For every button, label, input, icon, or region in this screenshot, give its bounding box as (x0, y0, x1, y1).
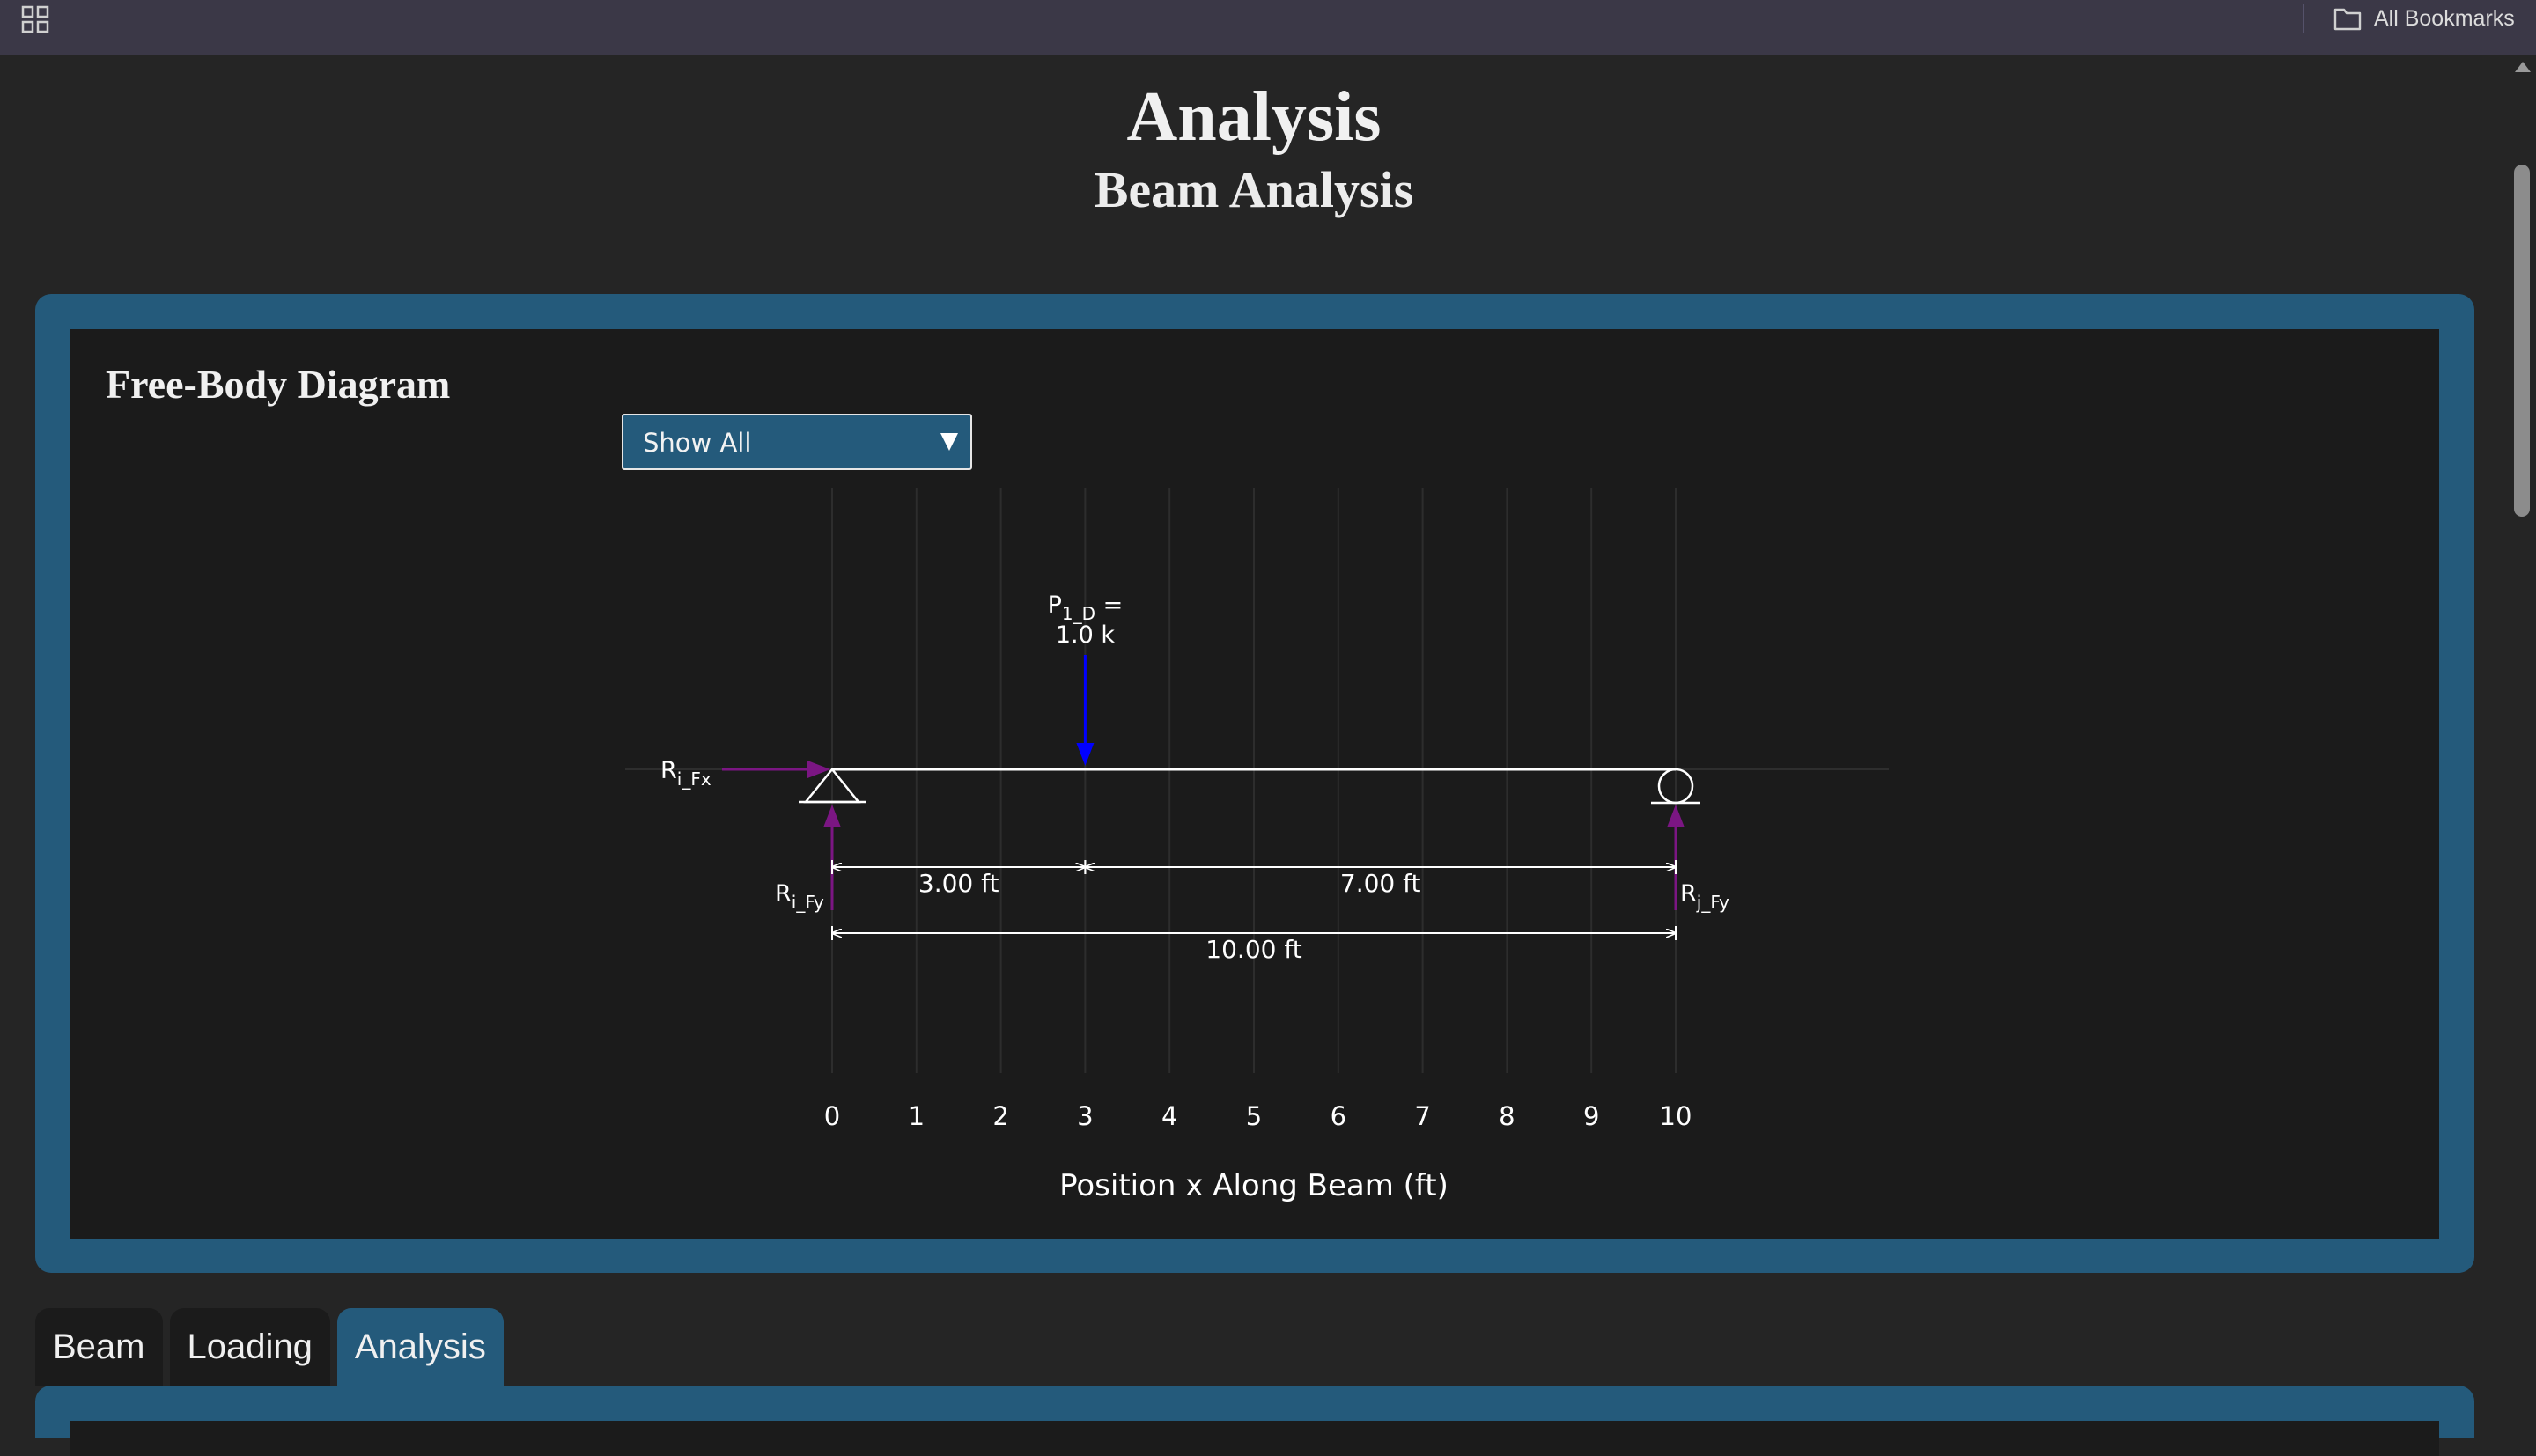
tab-beam[interactable]: Beam (35, 1308, 163, 1386)
x-axis-tick-labels: 0 1 2 3 4 5 6 7 8 9 10 (824, 1101, 1692, 1131)
x-tick-label: 3 (1077, 1101, 1093, 1131)
tab-analysis[interactable]: Analysis (336, 1308, 504, 1386)
reaction-i-fy-arrow-head (823, 805, 841, 827)
reaction-i-fy-label-sub: i_Fy (792, 892, 824, 913)
dimension-label: 10.00 ft (1205, 935, 1301, 964)
all-bookmarks-label: All Bookmarks (2374, 5, 2515, 31)
point-load-label-main: P (1048, 592, 1062, 619)
reaction-j-fy-label-sub: j_Fy (1696, 892, 1729, 913)
section-tabs: Beam Loading Analysis (35, 1308, 504, 1386)
reaction-j-fy-label-main: R (1680, 880, 1697, 908)
vertical-scrollbar[interactable] (2506, 55, 2536, 1426)
x-tick-label: 5 (1246, 1101, 1262, 1131)
free-body-diagram-panel: Free-Body Diagram Show All P1_D = 1.0 k … (70, 329, 2439, 1239)
reaction-i-fy-label: Ri_Fy (775, 880, 824, 913)
x-tick-label: 1 (909, 1101, 925, 1131)
dimension-0-to-3: 3.00 ft (831, 860, 1087, 898)
dimension-3-to-10: 7.00 ft (1084, 860, 1677, 898)
grid-lines (831, 488, 1677, 1073)
scroll-up-arrow-icon[interactable] (2515, 62, 2531, 72)
x-tick-label: 7 (1414, 1101, 1430, 1131)
point-load-label-suffix: = (1095, 592, 1123, 619)
x-tick-label: 6 (1331, 1101, 1346, 1131)
x-tick-label: 0 (824, 1101, 840, 1131)
x-tick-label: 9 (1583, 1101, 1599, 1131)
x-tick-label: 8 (1499, 1101, 1515, 1131)
point-load-value: 1.0 k (1056, 621, 1116, 649)
x-axis-label: Position x Along Beam (ft) (1059, 1168, 1449, 1203)
tab-panel (35, 1386, 2474, 1456)
x-tick-label: 10 (1660, 1101, 1692, 1131)
page-title: Analysis (1126, 78, 1382, 156)
dimension-label: 3.00 ft (918, 869, 999, 898)
x-tick-label: 2 (992, 1101, 1008, 1131)
fbd-chart: P1_D = 1.0 k Ri_Fx Ri_Fy Rj_Fy 3.00 ft 7… (625, 488, 1889, 1203)
all-bookmarks-button[interactable]: All Bookmarks (2333, 4, 2515, 33)
apps-grid-icon[interactable] (21, 5, 49, 33)
tab-loading[interactable]: Loading (169, 1308, 330, 1386)
point-load-arrow-head (1076, 743, 1095, 766)
reaction-j-fy-arrow-head (1667, 805, 1685, 827)
dimension-label: 7.00 ft (1340, 869, 1421, 898)
folder-icon (2333, 8, 2362, 31)
tab-panel-content (70, 1421, 2439, 1456)
reaction-i-fx-label-main: R (660, 757, 677, 784)
reaction-i-fx-label: Ri_Fx (660, 757, 711, 790)
reaction-i-fy-label-main: R (775, 880, 792, 908)
reaction-j-fy-label: Rj_Fy (1680, 880, 1729, 913)
scrollbar-thumb[interactable] (2514, 165, 2530, 517)
reaction-i-fx-label-sub: i_Fx (677, 768, 711, 790)
free-body-diagram-card: Free-Body Diagram Show All P1_D = 1.0 k … (35, 294, 2474, 1273)
x-tick-label: 4 (1161, 1101, 1177, 1131)
bookmarks-separator (2303, 4, 2304, 33)
page-subtitle: Beam Analysis (1094, 161, 1414, 218)
bookmarks-bar: All Bookmarks (0, 0, 2536, 55)
